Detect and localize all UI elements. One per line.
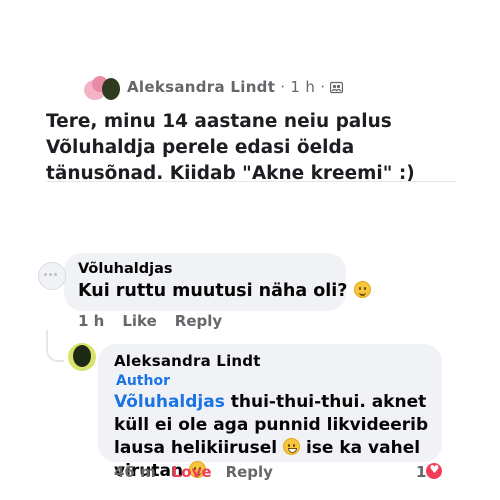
- post-author-name[interactable]: Aleksandra Lindt: [127, 78, 275, 96]
- commenter-avatar[interactable]: [38, 262, 66, 290]
- reaction-count-number: 1: [416, 463, 427, 481]
- heart-reaction-icon: [426, 463, 443, 479]
- comment-time[interactable]: 1 h: [78, 312, 104, 330]
- post-meta: · 1 h ·: [275, 78, 331, 96]
- comment-author-name[interactable]: Võluhaldjas: [78, 261, 173, 277]
- comment-text: Kui ruttu muutusi näha oli?: [78, 281, 371, 301]
- reply-author-name[interactable]: Aleksandra Lindt: [114, 352, 261, 370]
- post-text: Tere, minu 14 aastane neiu palus Võluhal…: [46, 111, 415, 184]
- reply-button[interactable]: Reply: [226, 463, 273, 481]
- reply-author-avatar[interactable]: [68, 343, 96, 371]
- post-author-avatar[interactable]: [84, 76, 120, 100]
- mention-link[interactable]: Võluhaldjas: [114, 392, 225, 412]
- love-button[interactable]: Love: [172, 463, 212, 481]
- like-button[interactable]: Like: [122, 312, 156, 330]
- post-header: Aleksandra Lindt · 1 h ·: [127, 78, 344, 96]
- reaction-count[interactable]: 1: [416, 463, 443, 481]
- author-badge: Author: [116, 373, 170, 389]
- reply-button[interactable]: Reply: [175, 312, 222, 330]
- grin-emoji-icon: [283, 438, 301, 455]
- reply-actions: 46 m Love Reply: [114, 463, 273, 481]
- post-divider: [46, 181, 456, 182]
- group-privacy-icon: [330, 81, 344, 94]
- reply-time[interactable]: 46 m: [114, 463, 156, 481]
- comment-text-body: Kui ruttu muutusi näha oli?: [78, 281, 354, 301]
- comment-actions: 1 h Like Reply: [78, 312, 240, 330]
- smile-emoji-icon: [353, 281, 371, 298]
- reply-thread-line: [46, 330, 64, 362]
